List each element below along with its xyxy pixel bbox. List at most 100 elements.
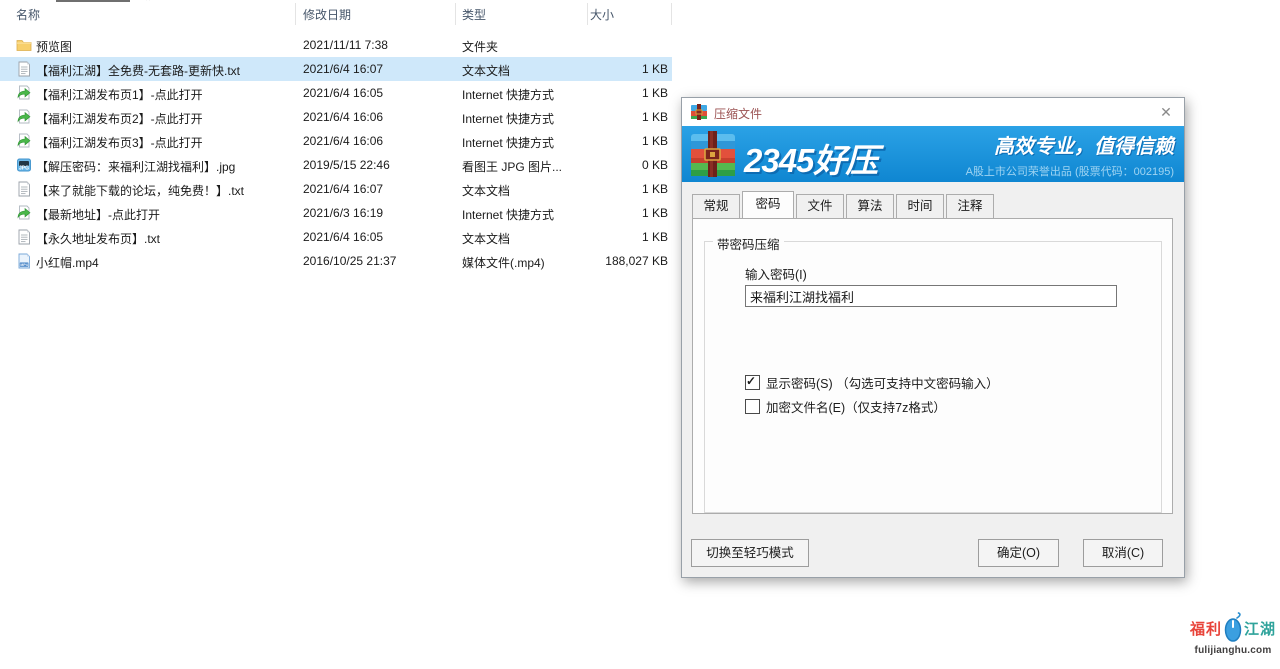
file-row[interactable]: 【福利江湖】全免费-无套路-更新快.txt 2021/6/4 16:07 文本文档 1… — [0, 57, 672, 81]
brand-subtitle: A股上市公司荣誉出品 (股票代码：002195) — [966, 163, 1174, 179]
file-row[interactable]: 预览图 2021/11/11 7:38 文件夹 — [0, 33, 672, 57]
encrypt-filenames-checkbox[interactable] — [745, 399, 760, 414]
watermark-right-text: 江湖 — [1244, 618, 1276, 639]
brand-banner: 2345好压 高效专业，值得信赖 A股上市公司荣誉出品 (股票代码：002195… — [682, 126, 1184, 182]
file-type: Internet 快捷方式 — [462, 134, 554, 151]
column-separator[interactable] — [295, 3, 296, 25]
file-name: 【永久地址发布页】.txt — [36, 230, 160, 247]
file-row[interactable]: 【福利江湖发布页2】-点此打开2021/6/4 16:06Internet 快捷… — [0, 105, 672, 129]
url-icon — [16, 85, 32, 101]
file-name: 【解压密码：来福利江湖找福利】.jpg — [36, 158, 235, 175]
dialog-title: 压缩文件 — [714, 105, 762, 122]
file-type: 文件夹 — [462, 38, 498, 55]
file-type: 文本文档 — [462, 62, 510, 79]
file-size: 1 KB — [548, 62, 668, 76]
file-date: 2021/6/4 16:07 — [303, 182, 383, 196]
file-size: 1 KB — [548, 134, 668, 148]
column-separator[interactable] — [671, 3, 672, 25]
column-separator[interactable] — [587, 3, 588, 25]
file-date: 2019/5/15 22:46 — [303, 158, 390, 172]
tab-0[interactable]: 常规 — [692, 194, 740, 218]
file-row[interactable]: 【最新地址】-点此打开 2021/6/3 16:19 Internet 快捷方式1 … — [0, 201, 672, 225]
watermark-left-text: 福利 — [1190, 618, 1222, 639]
file-type: 看图王 JPG 图片... — [462, 158, 562, 175]
file-name: 预览图 — [36, 38, 72, 55]
show-password-label: 显示密码(S) （勾选可支持中文密码输入） — [766, 373, 999, 392]
file-row[interactable]: JPG【解压密码：来福利江湖找福利】.jpg 2019/5/15 22:46 看图王… — [0, 153, 672, 177]
tab-1[interactable]: 密码 — [742, 191, 794, 218]
password-input[interactable] — [745, 285, 1117, 307]
watermark-domain: fulijianghu.com — [1190, 645, 1276, 656]
url-icon — [16, 205, 32, 221]
file-name: 【来了就能下载的论坛，纯免费！】.txt — [36, 182, 244, 199]
dialog-tabs: 常规密码文件算法时间注释 — [692, 191, 996, 218]
file-row[interactable]: 【福利江湖发布页1】-点此打开 2021/6/4 16:05 Internet 快捷… — [0, 81, 672, 105]
column-header-date[interactable]: 修改日期 — [303, 6, 351, 23]
sort-ascending-icon: ⌃ — [144, 0, 152, 8]
brand-logo-text: 2345好压 — [744, 134, 877, 182]
tab-5[interactable]: 注释 — [946, 194, 994, 218]
cropped-toolbar-edge — [56, 0, 130, 2]
jpg-icon: JPG — [16, 157, 32, 173]
file-size: 1 KB — [548, 86, 668, 100]
password-tab-panel: 带密码压缩 输入密码(I) 显示密码(S) （勾选可支持中文密码输入） 加密文件… — [692, 218, 1173, 514]
show-password-checkbox[interactable] — [745, 375, 760, 390]
file-row[interactable]: 【永久地址发布页】.txt2021/6/4 16:05文本文档1 KB — [0, 225, 672, 249]
file-row[interactable]: 【福利江湖发布页3】-点此打开 2021/6/4 16:06 Internet 快捷… — [0, 129, 672, 153]
file-row[interactable]: MP4小红帽.mp42016/10/25 21:37媒体文件(.mp4)188,… — [0, 249, 672, 273]
mouse-icon — [1223, 612, 1243, 644]
folder-icon — [16, 37, 32, 53]
file-row[interactable]: 【来了就能下载的论坛，纯免费！】.txt2021/6/4 16:07文本文档1 … — [0, 177, 672, 201]
haozip-logo-icon — [690, 131, 736, 177]
txt-icon — [16, 229, 32, 245]
column-header-name[interactable]: 名称 — [16, 6, 40, 23]
column-header-type[interactable]: 类型 — [462, 6, 486, 23]
file-type: 文本文档 — [462, 182, 510, 199]
file-name: 小红帽.mp4 — [36, 254, 99, 271]
fulijianghu-watermark: 福利 江湖 fulijianghu.com — [1190, 611, 1276, 656]
file-name: 【福利江湖】全免费-无套路-更新快.txt — [36, 62, 240, 79]
column-separator[interactable] — [455, 3, 456, 25]
file-type: Internet 快捷方式 — [462, 86, 554, 103]
file-name: 【最新地址】-点此打开 — [36, 206, 160, 223]
file-size: 1 KB — [548, 206, 668, 220]
cancel-button[interactable]: 取消(C) — [1083, 539, 1163, 567]
file-date: 2016/10/25 21:37 — [303, 254, 396, 268]
file-date: 2021/6/4 16:05 — [303, 230, 383, 244]
password-label: 输入密码(I) — [745, 264, 807, 283]
url-icon — [16, 133, 32, 149]
txt-icon — [16, 181, 32, 197]
haozip-app-icon — [691, 104, 707, 120]
url-icon — [16, 109, 32, 125]
file-date: 2021/6/4 16:07 — [303, 62, 383, 76]
compress-dialog: 压缩文件 ✕ 2345好压 高效专业，值得信赖 A股上市公司荣誉出品 (股票代码… — [681, 97, 1185, 578]
encrypt-filenames-label: 加密文件名(E)（仅支持7z格式） — [766, 397, 946, 416]
file-name: 【福利江湖发布页1】-点此打开 — [36, 86, 203, 103]
file-size: 0 KB — [548, 158, 668, 172]
file-size: 1 KB — [548, 230, 668, 244]
file-explorer-pane: 名称 ⌃ 修改日期 类型 大小 预览图 2021/11/11 7:38 文件夹【福利… — [0, 0, 672, 669]
ok-button[interactable]: 确定(O) — [978, 539, 1059, 567]
tab-4[interactable]: 时间 — [896, 194, 944, 218]
file-type: 媒体文件(.mp4) — [462, 254, 545, 271]
lite-mode-button[interactable]: 切换至轻巧模式 — [691, 539, 809, 567]
column-header-size[interactable]: 大小 — [590, 6, 614, 23]
file-date: 2021/11/11 7:38 — [303, 38, 388, 52]
show-password-option[interactable]: 显示密码(S) （勾选可支持中文密码输入） — [745, 373, 999, 392]
file-name: 【福利江湖发布页3】-点此打开 — [36, 134, 203, 151]
groupbox-title: 带密码压缩 — [713, 234, 784, 253]
password-groupbox: 带密码压缩 输入密码(I) 显示密码(S) （勾选可支持中文密码输入） 加密文件… — [704, 241, 1162, 513]
tab-2[interactable]: 文件 — [796, 194, 844, 218]
close-icon[interactable]: ✕ — [1156, 103, 1176, 121]
file-date: 2021/6/4 16:06 — [303, 110, 383, 124]
file-date: 2021/6/4 16:06 — [303, 134, 383, 148]
file-date: 2021/6/3 16:19 — [303, 206, 383, 220]
file-type: Internet 快捷方式 — [462, 206, 554, 223]
brand-slogan-block: 高效专业，值得信赖 A股上市公司荣誉出品 (股票代码：002195) — [966, 130, 1174, 179]
dialog-titlebar: 压缩文件 ✕ — [682, 98, 1184, 126]
file-date: 2021/6/4 16:05 — [303, 86, 383, 100]
tab-3[interactable]: 算法 — [846, 194, 894, 218]
file-size: 1 KB — [548, 110, 668, 124]
encrypt-filenames-option[interactable]: 加密文件名(E)（仅支持7z格式） — [745, 397, 946, 416]
svg-text:MP4: MP4 — [20, 263, 27, 267]
